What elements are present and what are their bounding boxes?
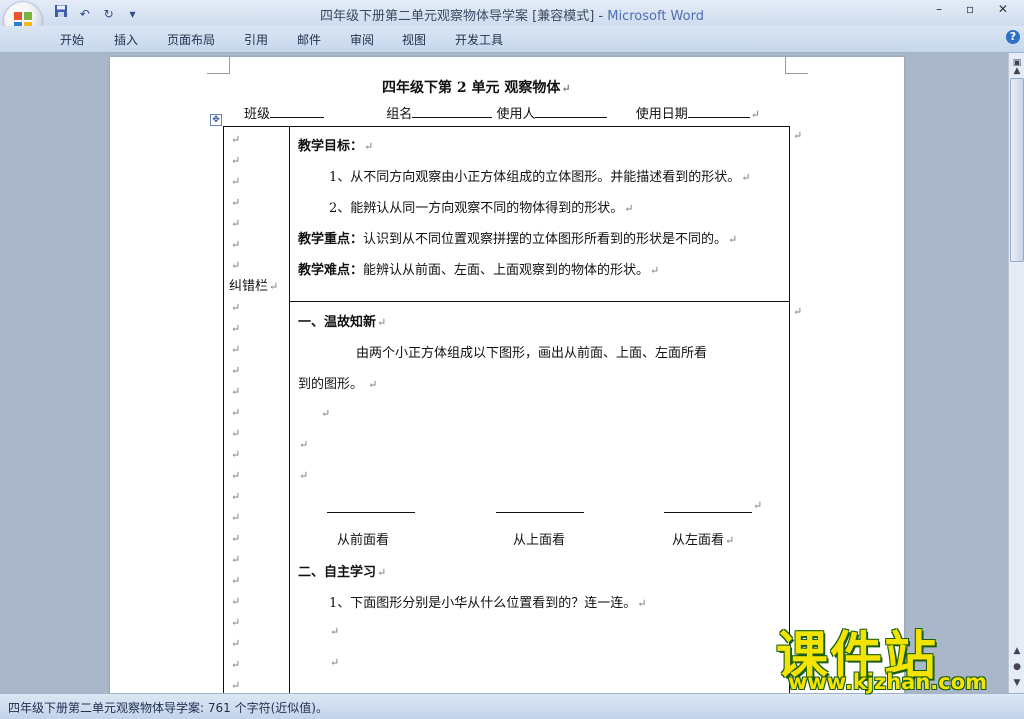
answer-line — [496, 512, 584, 513]
status-text: 四年级下册第二单元观察物体导学案: 761 个字符(近似值)。 — [8, 701, 328, 715]
answer-line — [664, 512, 752, 513]
para-mark: ↵ — [231, 574, 241, 587]
para-mark: ↵ — [231, 658, 241, 671]
window-controls[interactable]: – ▫ ✕ — [936, 2, 1018, 16]
para-mark: ↵ — [231, 364, 241, 377]
para-mark: ↵ — [753, 499, 763, 512]
para-mark: ↵ — [231, 238, 241, 251]
section-title: 二、自主学习↵ — [298, 565, 387, 580]
para-mark: ↵ — [231, 490, 241, 503]
para-mark: ↵ — [231, 448, 241, 461]
save-icon[interactable] — [52, 4, 70, 20]
margin-mark — [785, 57, 808, 74]
user-label: 使用人 — [496, 107, 536, 122]
table-border — [289, 126, 290, 697]
para-mark: ↵ — [231, 175, 241, 188]
para-mark: ↵ — [231, 469, 241, 482]
help-icon[interactable]: ? — [1006, 30, 1020, 44]
table-border — [789, 126, 790, 697]
date-label: 使用日期 — [635, 107, 688, 122]
section-title: 一、温故知新↵ — [298, 315, 387, 330]
document-page[interactable]: 四年级下第 2 单元 观察物体↵ 班级 组名 使用人 使用日期 ↵ ✥ ↵ ↵ ↵… — [110, 57, 904, 697]
quick-access-toolbar: ↶ ↻ ▾ — [52, 4, 143, 22]
ribbon: 开始 插入 页面布局 引用 邮件 审阅 视图 开发工具 ? — [0, 26, 1024, 53]
next-page-icon[interactable]: ▼ — [1011, 678, 1023, 688]
caption-front: 从前面看 — [337, 533, 390, 548]
tab-page-layout[interactable]: 页面布局 — [167, 31, 215, 48]
para-mark: ↵ — [231, 637, 241, 650]
goal-item: 1、从不同方向观察由小正方体组成的立体图形。并能描述看到的形状。↵ — [329, 170, 751, 185]
scroll-up-icon[interactable]: ▲ — [1011, 66, 1023, 76]
caption-left: 从左面看↵ — [672, 533, 735, 548]
para-mark: ↵ — [231, 679, 241, 692]
difficult-point: 教学难点：能辨认从前面、左面、上面观察到的物体的形状。↵ — [298, 263, 660, 278]
scroll-thumb[interactable] — [1010, 78, 1024, 262]
prev-page-icon[interactable]: ▲ — [1011, 646, 1023, 656]
para-mark: ↵ — [231, 427, 241, 440]
table-border — [223, 126, 790, 127]
row-end-mark: ↵ — [793, 129, 803, 142]
para-mark: ↵ — [231, 385, 241, 398]
para-mark: ↵ — [231, 133, 241, 146]
redo-icon[interactable]: ↻ — [100, 6, 118, 22]
para-mark: ↵ — [231, 301, 241, 314]
para-mark: ↵ — [231, 511, 241, 524]
tab-view[interactable]: 视图 — [402, 31, 426, 48]
para-mark: ↵ — [231, 595, 241, 608]
title-bar: 四年级下册第二单元观察物体导学案 [兼容模式] - Microsoft Word… — [0, 0, 1024, 26]
para-mark: ↵ — [330, 656, 340, 669]
section-item: 1、下面图形分别是小华从什么位置看到的？连一连。↵ — [329, 596, 647, 611]
key-point: 教学重点：认识到从不同位置观察拼摆的立体图形所看到的形状是不同的。↵ — [298, 232, 738, 247]
para-mark: ↵ — [231, 532, 241, 545]
caption-top: 从上面看 — [513, 533, 566, 548]
row-end-mark: ↵ — [793, 305, 803, 318]
goal-item: 2、能辨认从同一方向观察不同的物体得到的形状。↵ — [329, 201, 634, 216]
para-mark: ↵ — [231, 259, 241, 272]
para-mark: ↵ — [231, 343, 241, 356]
tab-insert[interactable]: 插入 — [114, 31, 138, 48]
side-label: 纠错栏↵ — [229, 279, 279, 294]
tab-mailings[interactable]: 邮件 — [297, 31, 321, 48]
para-mark: ↵ — [321, 407, 331, 420]
answer-line — [327, 512, 415, 513]
tab-home[interactable]: 开始 — [60, 31, 84, 48]
table-border — [223, 126, 224, 697]
para-mark: ↵ — [231, 196, 241, 209]
para-mark: ↵ — [231, 322, 241, 335]
document-heading: 四年级下第 2 单元 观察物体↵ — [382, 80, 571, 96]
undo-icon[interactable]: ↶ — [76, 6, 94, 22]
table-move-handle-icon[interactable]: ✥ — [210, 114, 222, 126]
section-paragraph: 由两个小正方体组成以下图形，画出从前面、上面、左面所看 — [356, 346, 708, 361]
para-mark: ↵ — [231, 154, 241, 167]
info-line: 班级 组名 使用人 使用日期 ↵ — [244, 107, 760, 122]
goals-title: 教学目标：↵ — [298, 139, 374, 154]
margin-mark — [207, 57, 230, 74]
para-mark: ↵ — [231, 553, 241, 566]
section-paragraph: 到的图形。 ↵ — [298, 377, 378, 392]
window-title: 四年级下册第二单元观察物体导学案 [兼容模式] - Microsoft Word — [320, 9, 704, 24]
tab-review[interactable]: 审阅 — [350, 31, 374, 48]
para-mark: ↵ — [231, 406, 241, 419]
group-label: 组名 — [386, 107, 413, 122]
watermark-url: www.kjzhan.com — [788, 670, 988, 694]
class-label: 班级 — [244, 107, 271, 122]
para-mark: ↵ — [299, 469, 309, 482]
tab-developer[interactable]: 开发工具 — [455, 31, 503, 48]
para-mark: ↵ — [231, 217, 241, 230]
dropdown-icon[interactable]: ▾ — [123, 6, 141, 22]
status-bar: 四年级下册第二单元观察物体导学案: 761 个字符(近似值)。 — [0, 693, 1024, 719]
tab-references[interactable]: 引用 — [244, 31, 268, 48]
para-mark: ↵ — [231, 616, 241, 629]
table-border — [289, 301, 790, 302]
para-mark: ↵ — [299, 438, 309, 451]
select-browse-object-icon[interactable]: ● — [1011, 662, 1023, 672]
para-mark: ↵ — [330, 625, 340, 638]
